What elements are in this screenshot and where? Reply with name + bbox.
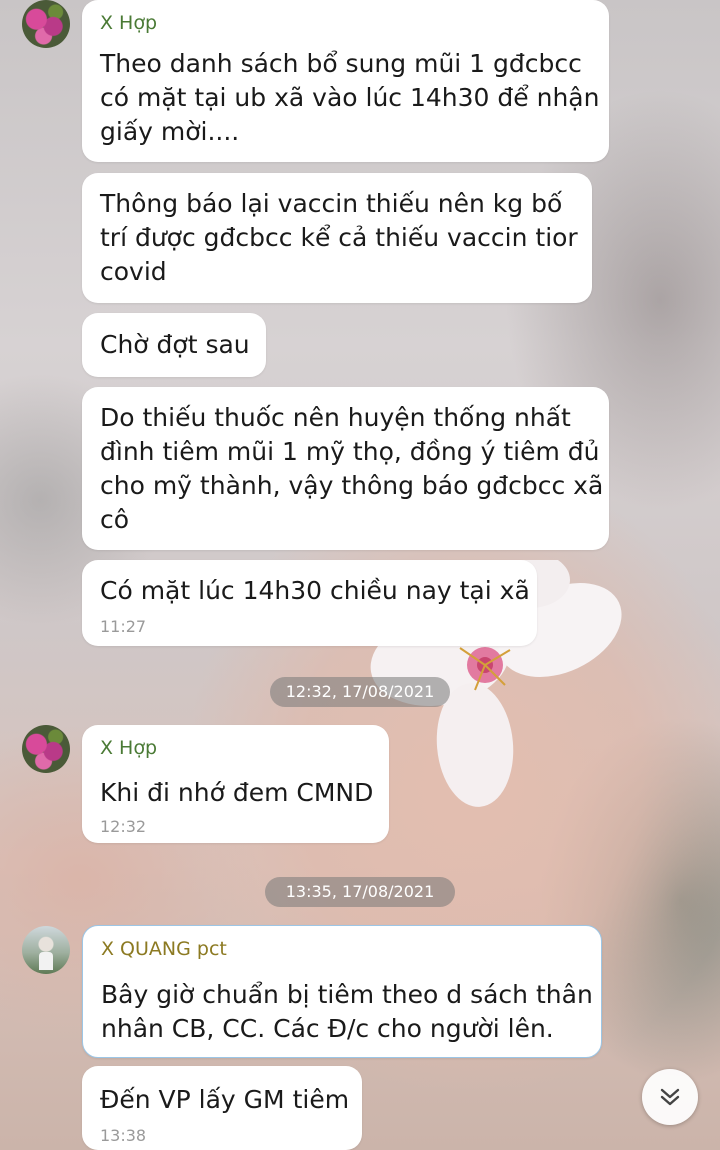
message-bubble[interactable]: Đến VP lấy GM tiêm 13:38 — [82, 1066, 362, 1150]
double-chevron-down-icon — [660, 1088, 680, 1106]
message-bubble[interactable]: Có mặt lúc 14h30 chiều nay tại xã 11:27 — [82, 560, 537, 646]
scroll-to-bottom-button[interactable] — [642, 1069, 698, 1125]
message-timestamp: 13:38 — [100, 1126, 147, 1145]
sender-avatar[interactable] — [22, 0, 70, 48]
message-text: Đến VP lấy GM tiêm — [100, 1085, 350, 1114]
message-text: Có mặt lúc 14h30 chiều nay tại xã — [100, 576, 530, 605]
message-bubble[interactable]: Do thiếu thuốc nên huyện thống nhất đình… — [82, 387, 609, 550]
message-text: Chờ đợt sau — [100, 330, 250, 359]
message-bubble[interactable]: Chờ đợt sau — [82, 313, 266, 377]
message-text: Do thiếu thuốc nên huyện thống nhất đình… — [100, 403, 604, 534]
message-timestamp: 12:32 — [100, 817, 147, 836]
sender-name[interactable]: X Hợp — [100, 12, 157, 34]
message-bubble[interactable]: X QUANG pct Bây giờ chuẩn bị tiêm theo d… — [82, 925, 602, 1058]
message-text: Bây giờ chuẩn bị tiêm theo d sách thân n… — [101, 980, 593, 1043]
message-bubble[interactable]: Thông báo lại vaccin thiếu nên kg bố trí… — [82, 173, 592, 303]
message-timestamp: 11:27 — [100, 617, 147, 636]
date-separator: 12:32, 17/08/2021 — [270, 677, 450, 707]
sender-name[interactable]: X Hợp — [100, 737, 157, 759]
message-text: Thông báo lại vaccin thiếu nên kg bố trí… — [100, 189, 578, 286]
sender-avatar[interactable] — [22, 926, 70, 974]
message-text: Theo danh sách bổ sung mũi 1 gđcbcc có m… — [100, 49, 600, 146]
message-bubble[interactable]: X Hợp Khi đi nhớ đem CMND 12:32 — [82, 725, 389, 843]
sender-name[interactable]: X QUANG pct — [101, 938, 227, 960]
date-separator: 13:35, 17/08/2021 — [265, 877, 455, 907]
message-bubble[interactable]: X Hợp Theo danh sách bổ sung mũi 1 gđcbc… — [82, 0, 609, 162]
avatar-figure — [39, 952, 53, 970]
message-text: Khi đi nhớ đem CMND — [100, 778, 374, 807]
sender-avatar[interactable] — [22, 725, 70, 773]
